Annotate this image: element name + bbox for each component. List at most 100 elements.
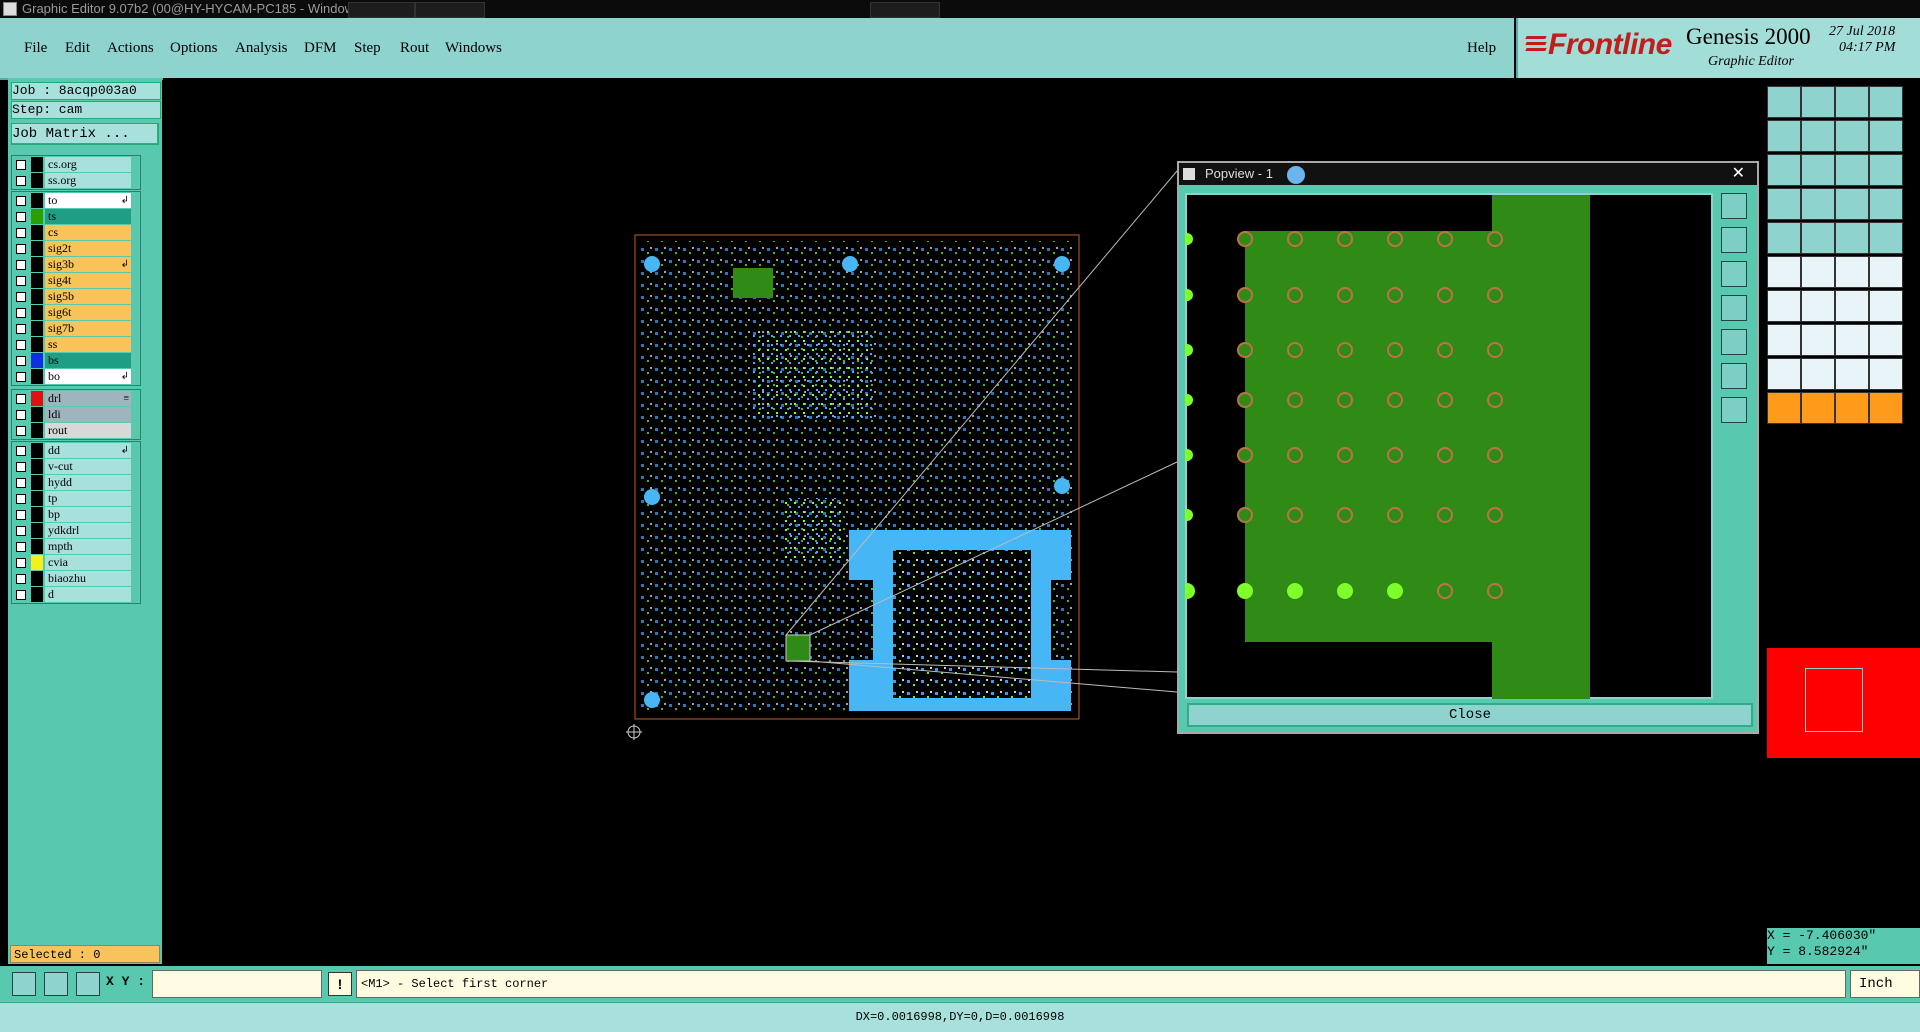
tool-button[interactable] [1835, 188, 1869, 220]
layer-color-swatch[interactable] [31, 193, 43, 208]
tool-button[interactable] [1801, 392, 1835, 424]
popview-title-bar[interactable]: Popview - 1 ✕ [1179, 163, 1757, 185]
layer-row[interactable]: drl ≡ [12, 391, 140, 406]
popview-tool-button[interactable] [1721, 261, 1747, 287]
tool-button[interactable] [1767, 324, 1801, 356]
tool-button[interactable] [1835, 392, 1869, 424]
alert-button[interactable]: ! [328, 972, 352, 996]
layer-name[interactable]: v-cut [45, 459, 131, 474]
layer-checkbox[interactable] [16, 372, 26, 382]
layer-row[interactable]: ydkdrl [12, 523, 140, 538]
layer-checkbox[interactable] [16, 324, 26, 334]
layer-checkbox[interactable] [16, 558, 26, 568]
tool-button[interactable] [1869, 324, 1903, 356]
layer-row[interactable]: bp [12, 507, 140, 522]
layer-color-swatch[interactable] [31, 523, 43, 538]
layer-color-swatch[interactable] [31, 459, 43, 474]
layer-checkbox[interactable] [16, 160, 26, 170]
layer-color-swatch[interactable] [31, 209, 43, 224]
popview-window[interactable]: Popview - 1 ✕ Close [1177, 161, 1759, 734]
layer-checkbox[interactable] [16, 196, 26, 206]
layer-row[interactable]: dd ↲ [12, 443, 140, 458]
layer-color-swatch[interactable] [31, 491, 43, 506]
layer-checkbox[interactable] [16, 574, 26, 584]
layer-color-swatch[interactable] [31, 423, 43, 438]
tool-button[interactable] [1801, 120, 1835, 152]
popview-close-button[interactable]: Close [1187, 703, 1753, 727]
tool-button[interactable] [1801, 86, 1835, 118]
layer-name[interactable]: hydd [45, 475, 131, 490]
menu-options[interactable]: Options [170, 40, 218, 57]
tool-button[interactable] [1869, 392, 1903, 424]
layer-color-swatch[interactable] [31, 337, 43, 352]
layer-name[interactable]: d [45, 587, 131, 602]
popview-zoomed-canvas[interactable] [1185, 193, 1713, 699]
grid-icon[interactable] [76, 972, 100, 996]
tool-button[interactable] [1801, 358, 1835, 390]
tool-button[interactable] [1767, 358, 1801, 390]
tool-button[interactable] [1801, 222, 1835, 254]
tool-button[interactable] [1869, 290, 1903, 322]
layer-color-swatch[interactable] [31, 443, 43, 458]
layer-row[interactable]: rout [12, 423, 140, 438]
tool-button[interactable] [1835, 120, 1869, 152]
layer-name[interactable]: biaozhu [45, 571, 131, 586]
layer-row[interactable]: d [12, 587, 140, 602]
tool-button[interactable] [1869, 120, 1903, 152]
layer-checkbox[interactable] [16, 356, 26, 366]
layer-name[interactable]: sig5b [45, 289, 131, 304]
layer-row[interactable]: sig4t [12, 273, 140, 288]
layer-color-swatch[interactable] [31, 305, 43, 320]
popview-tool-button[interactable] [1721, 227, 1747, 253]
tool-button[interactable] [1767, 256, 1801, 288]
tool-button[interactable] [1801, 256, 1835, 288]
menu-edit[interactable]: Edit [65, 40, 90, 57]
layer-checkbox[interactable] [16, 394, 26, 404]
layer-color-swatch[interactable] [31, 475, 43, 490]
layer-checkbox[interactable] [16, 446, 26, 456]
layer-checkbox[interactable] [16, 542, 26, 552]
tool-button[interactable] [1767, 154, 1801, 186]
tool-button[interactable] [1767, 120, 1801, 152]
layer-color-swatch[interactable] [31, 369, 43, 384]
tool-button[interactable] [1767, 392, 1801, 424]
tool-button[interactable] [1869, 154, 1903, 186]
tool-button[interactable] [1801, 154, 1835, 186]
layer-row[interactable]: sig3b ↲ [12, 257, 140, 272]
menu-analysis[interactable]: Analysis [235, 40, 288, 57]
tool-button[interactable] [1869, 188, 1903, 220]
tool-button[interactable] [1869, 256, 1903, 288]
tool-button[interactable] [1801, 188, 1835, 220]
tool-button[interactable] [1869, 358, 1903, 390]
layer-name[interactable]: to ↲ [45, 193, 131, 208]
layer-row[interactable]: ldi [12, 407, 140, 422]
layer-row[interactable]: cvia [12, 555, 140, 570]
menu-help[interactable]: Help [1467, 40, 1496, 57]
layer-checkbox[interactable] [16, 494, 26, 504]
job-matrix-button[interactable]: Job Matrix ... [11, 123, 159, 145]
layer-name[interactable]: sig6t [45, 305, 131, 320]
layer-row[interactable]: cs [12, 225, 140, 240]
tool-button[interactable] [1835, 324, 1869, 356]
layer-color-swatch[interactable] [31, 587, 43, 602]
layer-name[interactable]: rout [45, 423, 131, 438]
layer-name[interactable]: bs [45, 353, 131, 368]
layer-color-swatch[interactable] [31, 507, 43, 522]
layer-checkbox[interactable] [16, 590, 26, 600]
layer-color-swatch[interactable] [31, 571, 43, 586]
layer-row[interactable]: bs [12, 353, 140, 368]
popview-tool-button[interactable] [1721, 295, 1747, 321]
layer-row[interactable]: sig5b [12, 289, 140, 304]
menu-actions[interactable]: Actions [107, 40, 154, 57]
layer-row[interactable]: sig2t [12, 241, 140, 256]
layer-name[interactable]: ts [45, 209, 131, 224]
layer-color-swatch[interactable] [31, 257, 43, 272]
layer-row[interactable]: tp [12, 491, 140, 506]
menu-step[interactable]: Step [354, 40, 381, 57]
layer-name[interactable]: ldi [45, 407, 131, 422]
layer-name[interactable]: ss.org [45, 173, 131, 188]
layer-color-swatch[interactable] [31, 555, 43, 570]
layer-name[interactable]: bo ↲ [45, 369, 131, 384]
layer-row[interactable]: ss [12, 337, 140, 352]
layer-checkbox[interactable] [16, 292, 26, 302]
